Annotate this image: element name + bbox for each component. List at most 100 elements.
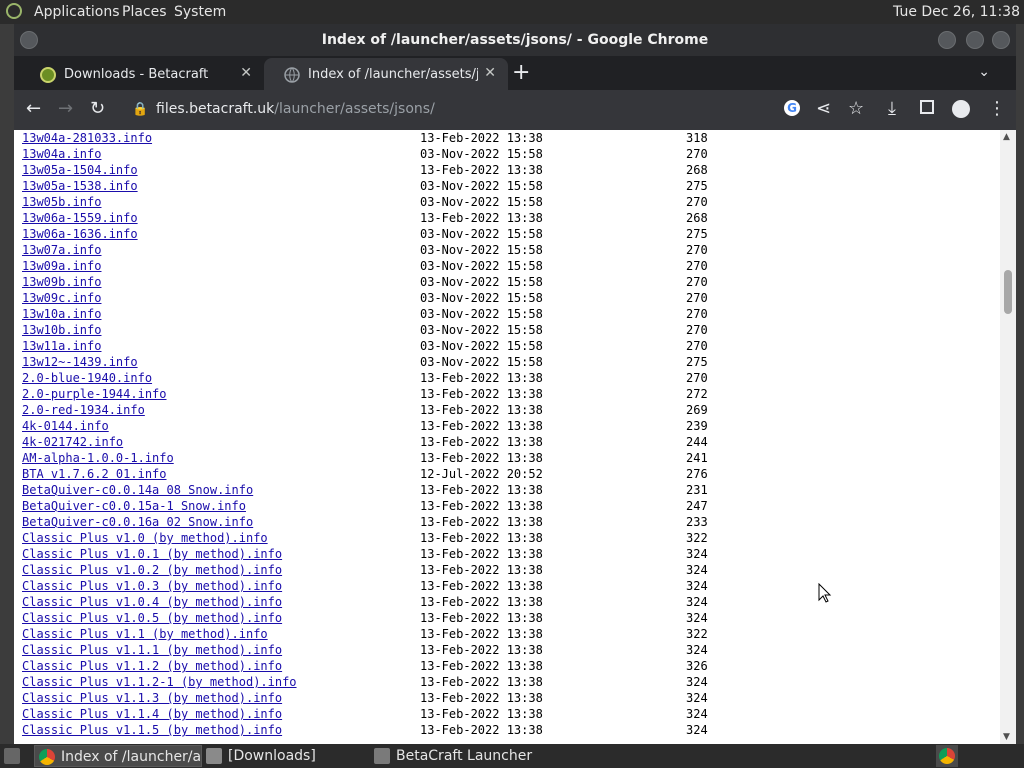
tab-downloads-betacraft[interactable]: Downloads - Betacraft ✕ (20, 58, 264, 90)
file-link[interactable]: Classic Plus v1.0.1 (by method).info (22, 546, 282, 562)
file-size: 324 (686, 691, 708, 705)
taskbar-item-downloads[interactable]: [Downloads] (202, 745, 362, 767)
file-date: 03-Nov-2022 15:58 (420, 227, 543, 241)
maximize-icon[interactable] (966, 31, 984, 49)
file-link[interactable]: 13w10a.info (22, 306, 101, 322)
file-link[interactable]: 4k-021742.info (22, 434, 123, 450)
back-icon[interactable]: ← (26, 98, 41, 119)
file-size: 269 (686, 403, 708, 417)
listing-row: AM-alpha-1.0.0-1.info 13-Feb-2022 13:38 24… (22, 450, 1000, 466)
file-date: 13-Feb-2022 13:38 (420, 659, 543, 673)
window-titlebar[interactable]: Index of /launcher/assets/jsons/ - Googl… (14, 24, 1016, 56)
file-link[interactable]: 2.0-red-1934.info (22, 402, 145, 418)
file-size: 270 (686, 147, 708, 161)
file-link[interactable]: 13w12~-1439.info (22, 354, 138, 370)
address-bar[interactable]: 🔒 files.betacraft.uk/launcher/assets/jso… (124, 94, 784, 126)
bookmark-star-icon[interactable]: ☆ (848, 98, 864, 119)
file-link[interactable]: Classic Plus v1.1.2 (by method).info (22, 658, 282, 674)
file-link[interactable]: BTA v1.7.6.2 01.info (22, 466, 167, 482)
file-link[interactable]: 13w06a-1559.info (22, 210, 138, 226)
taskbar-item-chrome[interactable]: Index of /launcher/a... (34, 745, 202, 767)
scroll-down-arrow-icon[interactable]: ▼ (1003, 732, 1010, 742)
forward-icon[interactable]: → (58, 98, 73, 119)
file-size: 270 (686, 323, 708, 337)
file-link[interactable]: 2.0-blue-1940.info (22, 370, 152, 386)
file-link[interactable]: BetaQuiver-c0.0.15a-1 Snow.info (22, 498, 246, 514)
file-link[interactable]: Classic Plus v1.1 (by method).info (22, 626, 268, 642)
listing-row: 13w05a-1538.info 03-Nov-2022 15:58 275 (22, 178, 1000, 194)
file-link[interactable]: Classic Plus v1.1.2-1 (by method).info (22, 674, 297, 690)
close-tab-icon[interactable]: ✕ (240, 65, 252, 81)
top-panel: Applications Places System Tue Dec 26, 1… (0, 0, 1024, 24)
file-link[interactable]: BetaQuiver-c0.0.16a 02 Snow.info (22, 514, 253, 530)
listing-row: 2.0-purple-1944.info 13-Feb-2022 13:38 272 (22, 386, 1000, 402)
lock-icon[interactable]: 🔒 (132, 102, 148, 117)
show-desktop-icon[interactable] (0, 745, 26, 767)
file-link[interactable]: 13w04a.info (22, 146, 101, 162)
file-link[interactable]: 13w04a-281033.info (22, 130, 152, 146)
listing-row: BetaQuiver-c0.0.14a 08 Snow.info 13-Feb-2… (22, 482, 1000, 498)
workspace-switcher[interactable] (936, 745, 958, 767)
url-text[interactable]: files.betacraft.uk/launcher/assets/jsons… (156, 101, 435, 117)
file-link[interactable]: 13w09b.info (22, 274, 101, 290)
downloads-icon[interactable]: ⤓ (888, 98, 896, 119)
scrollbar-thumb[interactable] (1004, 270, 1012, 314)
file-size: 324 (686, 579, 708, 593)
applications-menu[interactable]: Applications (34, 4, 120, 20)
google-lens-icon[interactable]: G (784, 100, 800, 116)
tab-index-jsons[interactable]: Index of /launcher/assets/jsons/ ✕ (264, 58, 508, 90)
close-window-icon[interactable] (992, 31, 1010, 49)
file-date: 03-Nov-2022 15:58 (420, 339, 543, 353)
file-link[interactable]: 13w09a.info (22, 258, 101, 274)
side-panel-icon[interactable] (920, 100, 934, 114)
distro-logo-icon[interactable] (6, 3, 22, 19)
file-link[interactable]: 13w10b.info (22, 322, 101, 338)
reload-icon[interactable]: ↻ (90, 98, 105, 119)
listing-row: Classic Plus v1.1 (by method).info 13-Feb… (22, 626, 1000, 642)
file-date: 03-Nov-2022 15:58 (420, 275, 543, 289)
file-size: 270 (686, 307, 708, 321)
folder-icon (206, 748, 222, 764)
minimize-icon[interactable] (938, 31, 956, 49)
listing-row: 13w05b.info 03-Nov-2022 15:58 270 (22, 194, 1000, 210)
kebab-menu-icon[interactable]: ⋮ (988, 98, 1006, 119)
file-link[interactable]: 13w06a-1636.info (22, 226, 138, 242)
profile-avatar-icon[interactable] (952, 100, 970, 118)
file-link[interactable]: Classic Plus v1.0.3 (by method).info (22, 578, 282, 594)
scroll-up-arrow-icon[interactable]: ▲ (1003, 132, 1010, 142)
file-link[interactable]: Classic Plus v1.0.4 (by method).info (22, 594, 282, 610)
clock[interactable]: Tue Dec 26, 11:38 (893, 4, 1020, 20)
file-date: 13-Feb-2022 13:38 (420, 499, 543, 513)
file-link[interactable]: AM-alpha-1.0.0-1.info (22, 450, 174, 466)
file-link[interactable]: 13w09c.info (22, 290, 101, 306)
file-link[interactable]: 13w05a-1504.info (22, 162, 138, 178)
system-menu[interactable]: System (174, 4, 226, 20)
window-menu-icon[interactable] (20, 31, 38, 49)
close-tab-icon[interactable]: ✕ (484, 65, 496, 81)
file-link[interactable]: 13w11a.info (22, 338, 101, 354)
file-link[interactable]: 13w07a.info (22, 242, 101, 258)
file-link[interactable]: Classic Plus v1.1.3 (by method).info (22, 690, 282, 706)
file-date: 13-Feb-2022 13:38 (420, 611, 543, 625)
file-link[interactable]: BetaQuiver-c0.0.14a 08 Snow.info (22, 482, 253, 498)
file-link[interactable]: Classic Plus v1.1.5 (by method).info (22, 722, 282, 738)
tab-search-chevron-icon[interactable]: ⌄ (978, 64, 990, 80)
file-link[interactable]: Classic Plus v1.0 (by method).info (22, 530, 268, 546)
file-link[interactable]: 4k-0144.info (22, 418, 109, 434)
file-link[interactable]: Classic Plus v1.0.2 (by method).info (22, 562, 282, 578)
file-link[interactable]: Classic Plus v1.0.5 (by method).info (22, 610, 282, 626)
places-menu[interactable]: Places (122, 4, 167, 20)
new-tab-button[interactable]: + (512, 60, 530, 85)
chrome-window: Index of /launcher/assets/jsons/ - Googl… (14, 24, 1016, 744)
file-link[interactable]: 2.0-purple-1944.info (22, 386, 167, 402)
file-link[interactable]: Classic Plus v1.1.1 (by method).info (22, 642, 282, 658)
listing-row: Classic Plus v1.1.2-1 (by method).info 13… (22, 674, 1000, 690)
taskbar-item-betacraft[interactable]: BetaCraft Launcher ... (370, 745, 538, 767)
file-link[interactable]: 13w05b.info (22, 194, 101, 210)
file-link[interactable]: 13w05a-1538.info (22, 178, 138, 194)
share-icon[interactable]: ⋖ (816, 98, 831, 119)
file-size: 275 (686, 355, 708, 369)
file-link[interactable]: Classic Plus v1.1.4 (by method).info (22, 706, 282, 722)
page-scrollbar[interactable]: ▲ ▼ (1000, 130, 1016, 744)
listing-row: Classic Plus v1.0.4 (by method).info 13-F… (22, 594, 1000, 610)
